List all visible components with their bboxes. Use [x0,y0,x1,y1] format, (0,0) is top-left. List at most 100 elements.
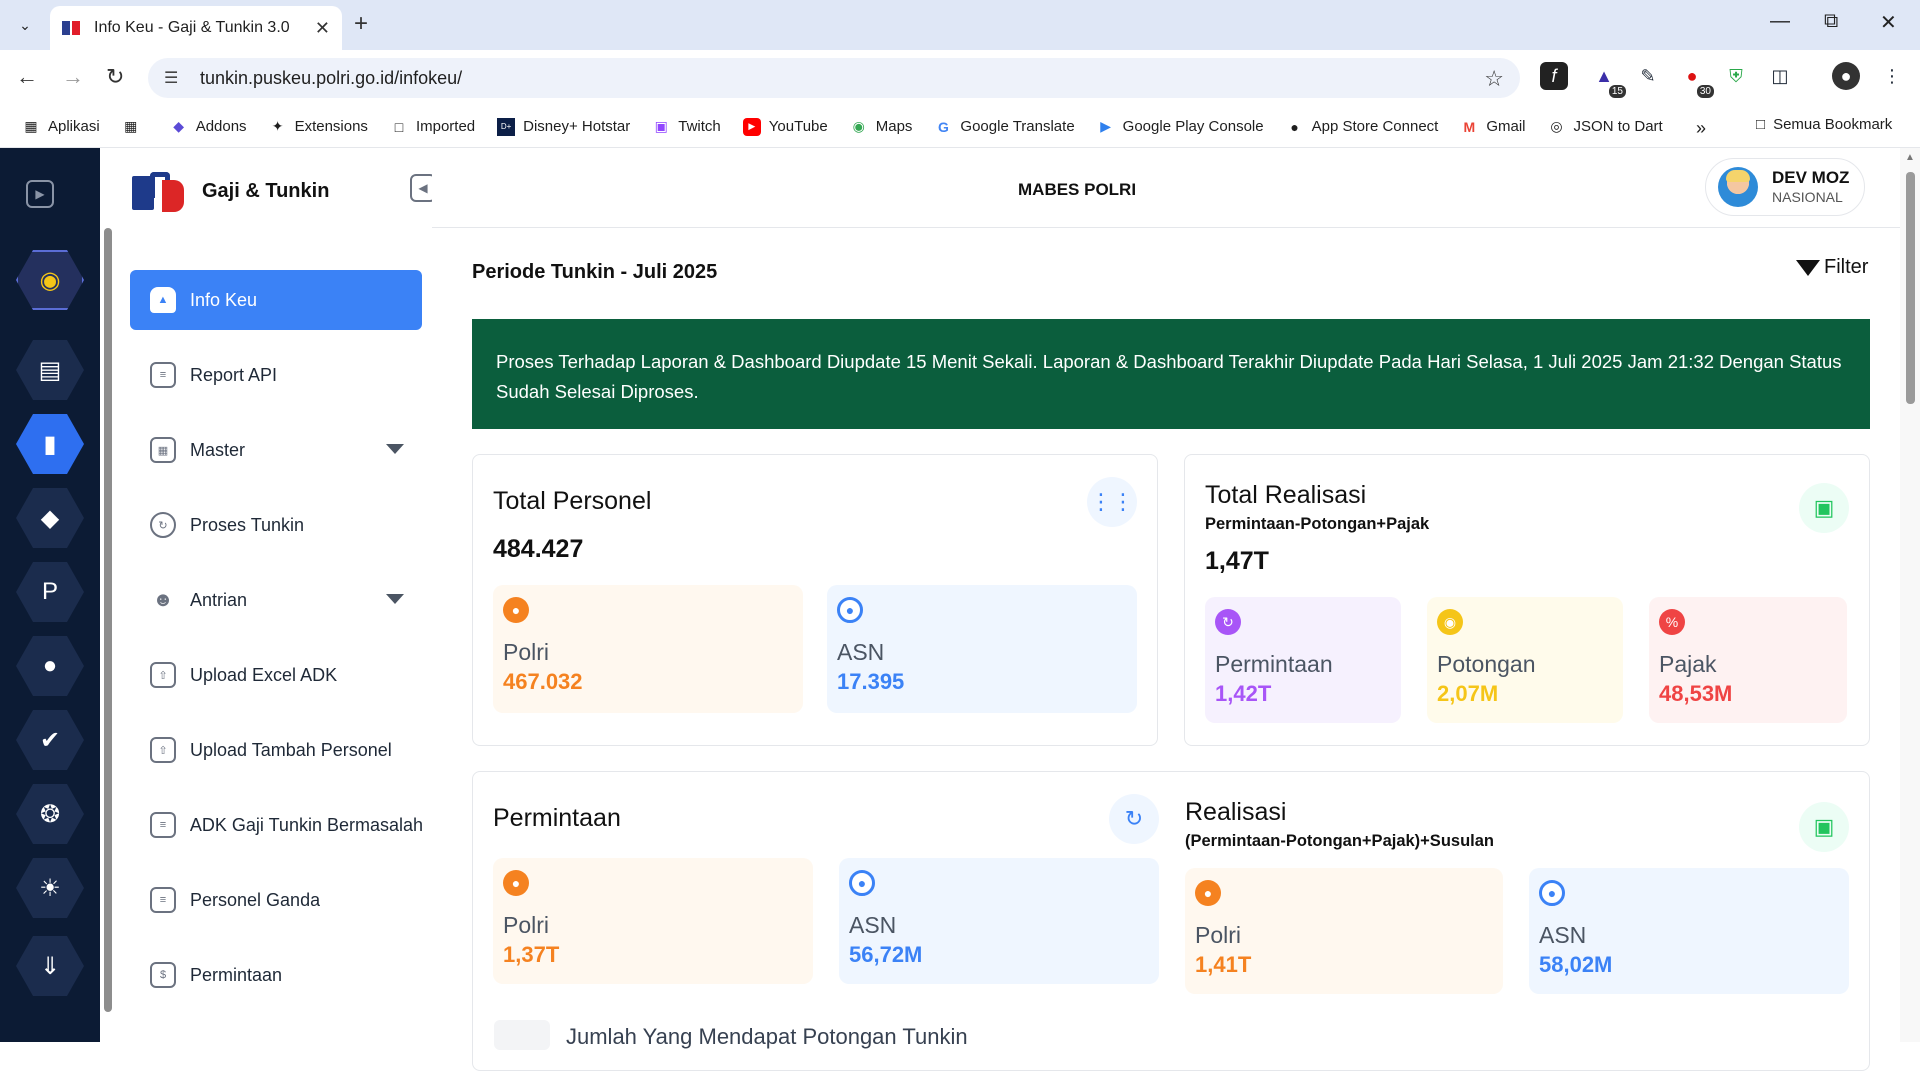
site-info-icon[interactable]: ☰ [164,68,186,88]
sidebar-item-proses-tunkin[interactable]: ↻ Proses Tunkin [130,495,422,555]
card-title-realisasi: Realisasi [1185,798,1287,826]
sidebar-item-personel-ganda[interactable]: ≡ Personel Ganda [130,870,422,930]
page-scrollbar[interactable]: ▲ [1900,148,1920,1042]
sidebar-item-report-api[interactable]: ≡ Report API [130,345,422,405]
shield-extension-icon[interactable]: ⛨ [1722,62,1750,90]
bookmark-star-icon[interactable]: ☆ [1484,66,1504,92]
sidebar-item-label: Master [190,439,246,460]
minimize-icon[interactable]: — [1770,10,1790,33]
stat-value: 1,42T [1215,681,1272,706]
bookmark-hotstar[interactable]: D+ Disney+ Hotstar [497,117,630,136]
gmail-icon: M [1463,118,1476,135]
bookmark-imported[interactable]: □ Imported [390,118,475,136]
stat-permintaan: ↻ Permintaan 1,42T [1205,597,1401,723]
grid-icon: ▦ [124,118,138,134]
stat-value: 17.395 [837,669,905,694]
address-bar[interactable]: ☰ tunkin.puskeu.polri.go.id/infokeu/ ☆ [148,58,1520,98]
upload-file-icon: ⇧ [150,737,176,763]
bookmark-google-translate[interactable]: G Google Translate [934,118,1075,136]
apple-icon: ● [1290,118,1299,135]
rail-layers-icon[interactable]: ◆ [16,488,84,548]
stat-value: 58,02M [1539,952,1613,977]
new-tab-plus-icon[interactable]: + [354,12,368,36]
sidebar-item-label: Permintaan [190,964,283,985]
browser-tab-active[interactable]: Info Keu - Gaji & Tunkin 3.0 ✕ [50,6,342,50]
stat-realisasi-polri: ● Polri 1,41T [1185,868,1503,994]
sidebar-item-label: Antrian [190,589,248,610]
bookmark-youtube[interactable]: ▶ YouTube [742,117,828,136]
tab-close-icon[interactable]: ✕ [315,18,330,39]
group-icon: ⋮⋮ [1087,477,1137,527]
stat-value: 1,37T [503,942,560,967]
sidebar-item-upload-tambah-personel[interactable]: ⇧ Upload Tambah Personel [130,720,422,780]
all-bookmarks[interactable]: □ Semua Bookmark [1756,116,1892,133]
bookmark-addons[interactable]: ◆ Addons [170,118,246,136]
bookmark-json-to-dart[interactable]: ◎ JSON to Dart [1548,118,1662,136]
bookmark-extensions[interactable]: ✦ Extensions [269,118,368,136]
polri-emblem-icon[interactable]: ◉ [16,250,84,310]
brand[interactable]: Gaji & Tunkin [132,170,329,212]
sidebar-item-permintaan[interactable]: $ Permintaan [130,945,422,1005]
stat-label: ASN [849,912,897,938]
card-total-personel: Total Personel 484.427 ⋮⋮ ● Polri 467.03… [472,454,1158,746]
font-extension-icon[interactable]: f [1540,62,1568,90]
sidebar-item-label: Report API [190,364,278,385]
bookmarks-overflow-icon[interactable]: » [1696,118,1706,139]
back-arrow-icon[interactable]: ← [16,64,38,90]
clipboard-icon: ≡ [150,812,176,838]
rail-check-icon[interactable]: ✔ [16,710,84,770]
filter-icon [1796,259,1820,276]
sidebar-item-master[interactable]: ▦ Master [130,420,422,480]
rail-users-icon[interactable]: ● [16,636,84,696]
hotstar-icon: D+ [497,117,516,136]
rail-swirl-icon[interactable]: ❂ [16,784,84,844]
bookmark-apps[interactable]: ▦ Aplikasi [22,118,99,136]
chevron-down-icon[interactable] [386,594,404,604]
scrollbar-thumb[interactable] [1906,172,1915,404]
graduation-extension-icon[interactable]: ▲ 15 [1590,62,1626,98]
forward-arrow-icon[interactable]: → [62,64,84,90]
chevron-down-icon[interactable] [386,444,404,454]
scroll-up-arrow-icon[interactable]: ▲ [1905,152,1915,163]
sidebar-item-label: Personel Ganda [190,889,321,910]
filter-button[interactable]: Filter [1796,256,1868,279]
bookmark-twitch[interactable]: ▣ Twitch [652,118,721,136]
sidebar-item-adk-bermasalah[interactable]: ≡ ADK Gaji Tunkin Bermasalah [130,795,422,855]
url-text: tunkin.puskeu.polri.go.id/infokeu/ [200,67,463,88]
sidebar-item-info-keu[interactable]: ▲ Info Keu [130,270,422,330]
user-circle-icon: ● [1539,880,1565,906]
tab-title: Info Keu - Gaji & Tunkin 3.0 [94,19,290,36]
bookmark-app-store-connect[interactable]: ● App Store Connect [1286,118,1438,136]
bookmark-maps[interactable]: ◉ Maps [850,118,913,136]
rail-docs-icon[interactable]: ▤ [16,340,84,400]
tab-list-chevron-icon[interactable]: ⌄ [10,10,40,40]
extensions-puzzle-icon[interactable]: ◫ [1766,62,1794,90]
bookmark-grid[interactable]: ▦ [122,118,148,136]
rail-lightbulb-icon[interactable]: ☀ [16,858,84,918]
red-extension-icon[interactable]: ● 30 [1678,62,1714,98]
stat-potongan: ◉ Potongan 2,07M [1427,597,1623,723]
restore-window-icon[interactable]: ⧉ [1824,10,1838,33]
rail-expand-icon[interactable]: ⇓ [16,936,84,996]
bookmark-play-console[interactable]: ▶ Google Play Console [1097,118,1263,136]
reload-icon[interactable]: ↻ [106,64,124,90]
eyedropper-extension-icon[interactable]: ✎ [1634,62,1662,90]
rail-tunkin-icon[interactable]: ▮ [16,414,84,474]
browser-tab-bar: ⌄ Info Keu - Gaji & Tunkin 3.0 ✕ + — ⧉ ✕ [0,0,1920,50]
profile-avatar-icon[interactable]: ● [1832,62,1860,90]
sidebar-item-antrian[interactable]: ☻ Antrian [130,570,422,630]
sidebar-item-label: Info Keu [190,289,258,310]
rail-toggle-icon[interactable]: ▶ [26,180,54,208]
browser-menu-icon[interactable]: ⋮ [1878,62,1906,90]
user-menu[interactable]: DEV MOZ NASIONAL [1705,158,1865,216]
card-total-realisasi: Total Realisasi Permintaan-Potongan+Paja… [1184,454,1870,746]
sidebar-item-upload-excel-adk[interactable]: ⇧ Upload Excel ADK [130,645,422,705]
sidebar-scrollbar[interactable] [104,228,112,1012]
stat-label: Potongan [1437,651,1536,677]
rail-p-app-icon[interactable]: P [16,562,84,622]
close-window-icon[interactable]: ✕ [1880,10,1897,35]
bookmark-gmail[interactable]: M Gmail [1460,118,1526,136]
maps-icon: ◉ [852,118,865,134]
avatar [1718,167,1758,207]
stat-value: 56,72M [849,942,923,967]
